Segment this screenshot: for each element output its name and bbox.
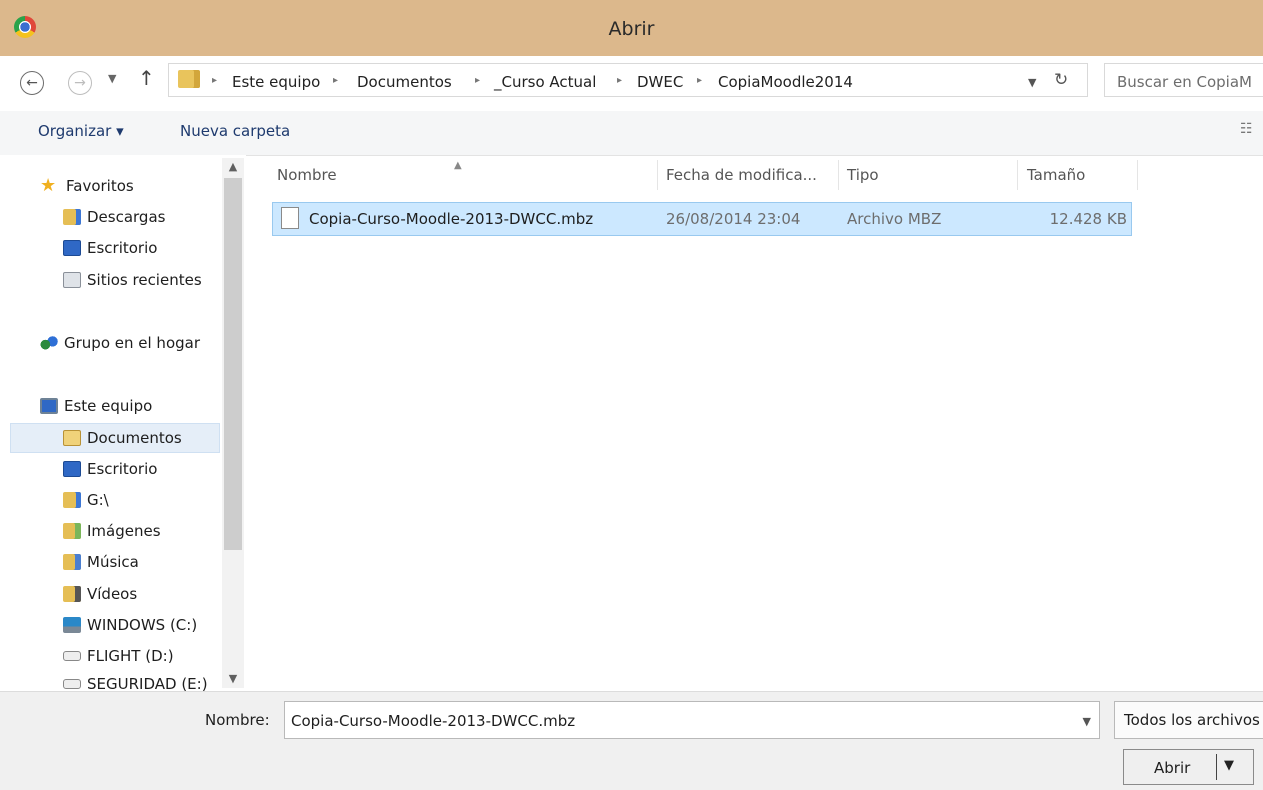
nav-item-sitios-recientes[interactable]: Sitios recientes (63, 266, 202, 294)
file-icon (281, 207, 299, 229)
column-header-type[interactable]: Tipo (847, 166, 879, 184)
column-divider[interactable] (1137, 160, 1138, 190)
filetype-select[interactable]: Todos los archivos (1114, 701, 1263, 739)
breadcrumb-dwec[interactable]: DWEC (637, 73, 683, 91)
sort-ascending-icon: ▲ (454, 160, 462, 171)
filename-input[interactable]: Copia-Curso-Moodle-2013-DWCC.mbz (291, 712, 575, 730)
nav-item-label: WINDOWS (C:) (87, 616, 198, 634)
nav-item-videos[interactable]: Vídeos (63, 580, 137, 608)
nav-item-escritorio[interactable]: Escritorio (63, 234, 157, 262)
documents-icon (63, 430, 81, 446)
column-divider[interactable] (1017, 160, 1018, 190)
title-bar: Abrir (0, 0, 1263, 56)
search-input[interactable]: Buscar en CopiaM (1117, 73, 1252, 91)
nav-item-label: SEGURIDAD (E:) (87, 675, 208, 691)
computer-icon (40, 398, 58, 414)
file-type: Archivo MBZ (847, 210, 942, 228)
nav-item-label: Documentos (87, 429, 182, 447)
pictures-folder-icon (63, 523, 81, 539)
open-options-arrow-icon[interactable]: ▼ (1224, 758, 1234, 773)
breadcrumb-curso-actual[interactable]: _Curso Actual (494, 73, 596, 91)
chevron-down-icon[interactable]: ▼ (1083, 715, 1091, 728)
file-name[interactable]: Copia-Curso-Moodle-2013-DWCC.mbz (309, 210, 593, 228)
open-button-label: Abrir (1154, 759, 1191, 777)
search-box[interactable]: Buscar en CopiaM (1104, 63, 1263, 97)
nav-item-label: G:\ (87, 491, 109, 509)
new-folder-button[interactable]: Nueva carpeta (180, 122, 290, 140)
refresh-icon[interactable]: ↻ (1054, 70, 1068, 90)
split-divider (1216, 754, 1217, 780)
breadcrumb-copiamoodle2014[interactable]: CopiaMoodle2014 (718, 73, 853, 91)
nav-item-label: Este equipo (64, 397, 153, 415)
nav-scroll-thumb[interactable] (224, 178, 242, 550)
column-divider[interactable] (657, 160, 658, 190)
scroll-up-icon[interactable]: ▲ (224, 160, 242, 173)
nav-item-documentos[interactable]: Documentos (63, 424, 182, 452)
column-header-name[interactable]: Nombre (277, 166, 337, 184)
nav-item-descargas[interactable]: Descargas (63, 203, 165, 231)
nav-item-label: Imágenes (87, 522, 161, 540)
file-date: 26/08/2014 23:04 (666, 210, 801, 228)
breadcrumb-documentos[interactable]: Documentos (357, 73, 452, 91)
nav-item-flight-d[interactable]: FLIGHT (D:) (63, 642, 174, 670)
nav-item-grupo-hogar[interactable]: Grupo en el hogar (40, 329, 200, 357)
nav-item-label: Descargas (87, 208, 166, 226)
file-size: 12.428 KB (1049, 210, 1127, 228)
nav-item-favoritos[interactable]: ★ Favoritos (40, 172, 134, 200)
filename-label: Nombre: (205, 711, 270, 729)
open-button[interactable]: Abrir ▼ (1123, 749, 1254, 785)
forward-button[interactable]: → (68, 71, 92, 95)
nav-item-seguridad-e[interactable]: SEGURIDAD (E:) (63, 675, 208, 691)
hard-drive-icon (63, 679, 81, 689)
back-button[interactable]: ← (20, 71, 44, 95)
drive-folder-icon (63, 492, 81, 508)
hard-drive-icon (63, 651, 81, 661)
nav-item-label: Grupo en el hogar (64, 334, 200, 352)
nav-item-label: Escritorio (87, 460, 158, 478)
recent-locations-dropdown[interactable]: ▼ (108, 72, 116, 85)
view-options-icon[interactable]: ☷ (1240, 121, 1253, 137)
nav-item-label: Escritorio (87, 239, 158, 257)
videos-folder-icon (63, 586, 81, 602)
chevron-down-icon[interactable]: ▼ (1028, 76, 1036, 89)
nav-item-label: Favoritos (66, 177, 134, 195)
nav-item-label: Música (87, 553, 139, 571)
desktop-icon (63, 240, 81, 256)
breadcrumb-separator: ▸ (212, 75, 218, 86)
column-divider[interactable] (838, 160, 839, 190)
desktop-folder-icon (63, 461, 81, 477)
breadcrumb-separator: ▸ (617, 75, 623, 86)
column-header-date[interactable]: Fecha de modifica... (666, 166, 817, 184)
nav-item-este-equipo[interactable]: Este equipo (40, 392, 152, 420)
nav-item-windows-c[interactable]: WINDOWS (C:) (63, 611, 197, 639)
breadcrumb-este-equipo[interactable]: Este equipo (232, 73, 320, 91)
filename-combobox[interactable]: Copia-Curso-Moodle-2013-DWCC.mbz ▼ (284, 701, 1100, 739)
up-one-level-button[interactable]: ↑ (138, 66, 155, 90)
organize-button[interactable]: Organizar ▾ (38, 122, 124, 140)
nav-item-escritorio-pc[interactable]: Escritorio (63, 455, 157, 483)
nav-item-label: Vídeos (87, 585, 138, 603)
windows-drive-icon (63, 617, 81, 633)
homegroup-icon (40, 335, 58, 351)
folder-icon (178, 70, 200, 88)
chrome-app-icon (14, 16, 36, 38)
nav-item-imagenes[interactable]: Imágenes (63, 517, 161, 545)
recent-places-icon (63, 272, 81, 288)
music-folder-icon (63, 554, 81, 570)
scroll-down-icon[interactable]: ▼ (224, 672, 242, 685)
nav-item-label: Sitios recientes (87, 271, 202, 289)
breadcrumb-separator: ▸ (475, 75, 481, 86)
column-header-size[interactable]: Tamaño (1027, 166, 1085, 184)
star-icon: ★ (40, 175, 57, 196)
window-title: Abrir (608, 18, 655, 40)
filetype-label: Todos los archivos (1124, 711, 1260, 729)
nav-item-label: FLIGHT (D:) (87, 647, 174, 665)
downloads-folder-icon (63, 209, 81, 225)
nav-item-musica[interactable]: Música (63, 548, 139, 576)
breadcrumb-separator: ▸ (697, 75, 703, 86)
breadcrumb-separator: ▸ (333, 75, 339, 86)
nav-item-g-drive[interactable]: G:\ (63, 486, 109, 514)
